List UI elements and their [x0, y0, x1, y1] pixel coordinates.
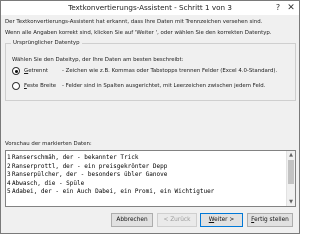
radio-description-delimited: - Zeichen wie z.B. Kommas oder Tabstopps…	[62, 67, 278, 74]
row-text: Adabei, der - ein Auch Dabei, ein Promi,…	[12, 188, 215, 195]
row-text: Ranserpülcher, der - besonders übler Gan…	[12, 171, 168, 178]
preview-row: 1Ranserschmäh, der - bekannter Trick	[6, 154, 287, 163]
preview-row: 4Abwasch, die - Spüle	[6, 180, 287, 189]
scroll-down-arrow-icon[interactable]: ▼	[287, 198, 295, 206]
scroll-thumb[interactable]	[288, 160, 294, 184]
preview-row: 3Ranserpülcher, der - besonders übler Ga…	[6, 171, 287, 180]
row-text: Abwasch, die - Spüle	[12, 179, 85, 187]
help-icon[interactable]: ?	[272, 2, 284, 14]
scroll-up-arrow-icon[interactable]: ▲	[287, 151, 295, 159]
cancel-button[interactable]: Abbrechen	[111, 213, 153, 227]
radio-button-delimited[interactable]	[12, 67, 20, 75]
next-button[interactable]: Weiter >	[200, 213, 243, 227]
back-button[interactable]: < Zurück	[157, 213, 197, 227]
radio-label-delimited[interactable]: Getrennt	[24, 66, 48, 76]
title-bar[interactable]: Textkonvertierungs-Assistent - Schritt 1…	[1, 1, 299, 15]
radio-description-fixed-width: - Felder sind in Spalten ausgerichtet, m…	[62, 82, 266, 89]
finish-button[interactable]: Fertig stellen	[247, 213, 293, 227]
preview-row: 2Ranserprottl, der - ein preisgekrönter …	[6, 163, 287, 172]
intro-text-2: Wenn alle Angaben korrekt sind, klicken …	[5, 30, 272, 36]
data-preview[interactable]: 1Ranserschmäh, der - bekannter Trick 2Ra…	[5, 150, 296, 207]
group-title: Ursprünglicher Datentyp	[11, 38, 82, 48]
preview-content: 1Ranserschmäh, der - bekannter Trick 2Ra…	[6, 151, 287, 206]
window-title: Textkonvertierungs-Assistent - Schritt 1…	[68, 3, 232, 12]
group-description: Wählen Sie den Dateityp, der Ihre Daten …	[12, 57, 184, 63]
intro-text-1: Der Textkonvertierungs-Assistent hat erk…	[5, 19, 263, 25]
row-text: Ranserschmäh, der - bekannter Trick	[12, 154, 139, 161]
preview-label: Vorschau der markierten Daten:	[5, 141, 92, 147]
radio-label-fixed-width[interactable]: Feste Breite	[24, 81, 56, 91]
text-import-wizard-dialog: Textkonvertierungs-Assistent - Schritt 1…	[0, 0, 300, 234]
close-icon[interactable]: ✕	[285, 2, 297, 14]
original-datatype-group: Ursprünglicher Datentyp Wählen Sie den D…	[5, 38, 296, 101]
radio-selected-dot	[14, 69, 18, 73]
vertical-scrollbar[interactable]: ▲ ▼	[286, 151, 295, 206]
preview-row: 5Adabei, der - ein Auch Dabei, ein Promi…	[6, 188, 287, 197]
row-text: Ranserprottl, der - ein preisgekrönter D…	[12, 162, 168, 170]
button-bar: Abbrechen < Zurück Weiter > Fertig stell…	[1, 209, 299, 233]
radio-option-fixed-width[interactable]: Feste Breite - Felder sind in Spalten au…	[12, 81, 292, 101]
radio-button-fixed-width[interactable]	[12, 82, 20, 90]
